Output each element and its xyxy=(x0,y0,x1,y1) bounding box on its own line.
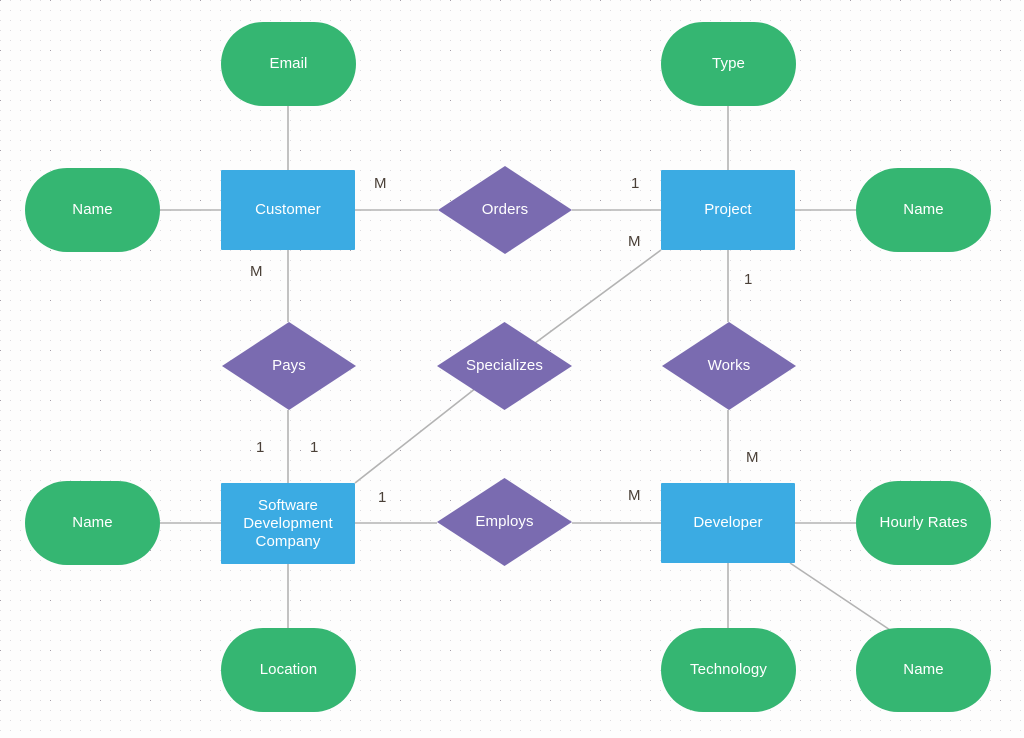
attribute-developer-name[interactable]: Name xyxy=(856,628,991,712)
entity-label: Customer xyxy=(255,201,321,218)
entity-company[interactable]: Software Development Company xyxy=(221,483,355,564)
entity-label: Developer xyxy=(693,514,763,531)
attribute-developer-hourly[interactable]: Hourly Rates xyxy=(856,481,991,565)
attribute-company-location[interactable]: Location xyxy=(221,628,356,712)
cardinality-label: 1 xyxy=(631,175,640,192)
attribute-label: Name xyxy=(903,201,944,218)
attribute-label: Technology xyxy=(690,661,767,678)
relationship-label: Specializes xyxy=(466,357,543,374)
attribute-customer-name[interactable]: Name xyxy=(25,168,160,252)
cardinality-label: 1 xyxy=(378,489,387,506)
cardinality-label: M xyxy=(628,233,641,250)
cardinality-label: 1 xyxy=(310,439,319,456)
relationship-employs[interactable]: Employs xyxy=(437,478,572,566)
relationship-label: Pays xyxy=(272,357,306,374)
relationship-pays[interactable]: Pays xyxy=(222,322,356,410)
cardinality-label: M xyxy=(746,449,759,466)
relationship-orders[interactable]: Orders xyxy=(438,166,572,254)
attribute-customer-email[interactable]: Email xyxy=(221,22,356,106)
attribute-project-name[interactable]: Name xyxy=(856,168,991,252)
entity-label: Software Development Company xyxy=(243,496,333,550)
attribute-label: Type xyxy=(712,55,745,72)
attribute-label: Hourly Rates xyxy=(879,514,968,531)
entity-project[interactable]: Project xyxy=(661,170,795,250)
cardinality-label: M xyxy=(628,487,641,504)
cardinality-label: M xyxy=(250,263,263,280)
attribute-label: Location xyxy=(259,661,318,678)
attribute-company-name[interactable]: Name xyxy=(25,481,160,565)
attribute-label: Name xyxy=(72,514,113,531)
cardinality-label: M xyxy=(374,175,387,192)
attribute-label: Name xyxy=(72,201,113,218)
relationship-label: Orders xyxy=(481,201,529,218)
cardinality-label: 1 xyxy=(744,271,753,288)
entity-label: Project xyxy=(704,201,752,218)
relationship-label: Works xyxy=(707,357,751,374)
attribute-developer-tech[interactable]: Technology xyxy=(661,628,796,712)
attribute-label: Email xyxy=(269,55,308,72)
relationship-label: Employs xyxy=(475,513,534,530)
relationship-works[interactable]: Works xyxy=(662,322,796,410)
attribute-project-type[interactable]: Type xyxy=(661,22,796,106)
attribute-label: Name xyxy=(903,661,944,678)
er-diagram-canvas[interactable]: Orders Pays Specializes Works Employs Email Na… xyxy=(0,0,1024,738)
entity-developer[interactable]: Developer xyxy=(661,483,795,563)
entity-customer[interactable]: Customer xyxy=(221,170,355,250)
cardinality-label: 1 xyxy=(256,439,265,456)
relationship-specializes[interactable]: Specializes xyxy=(437,322,572,410)
